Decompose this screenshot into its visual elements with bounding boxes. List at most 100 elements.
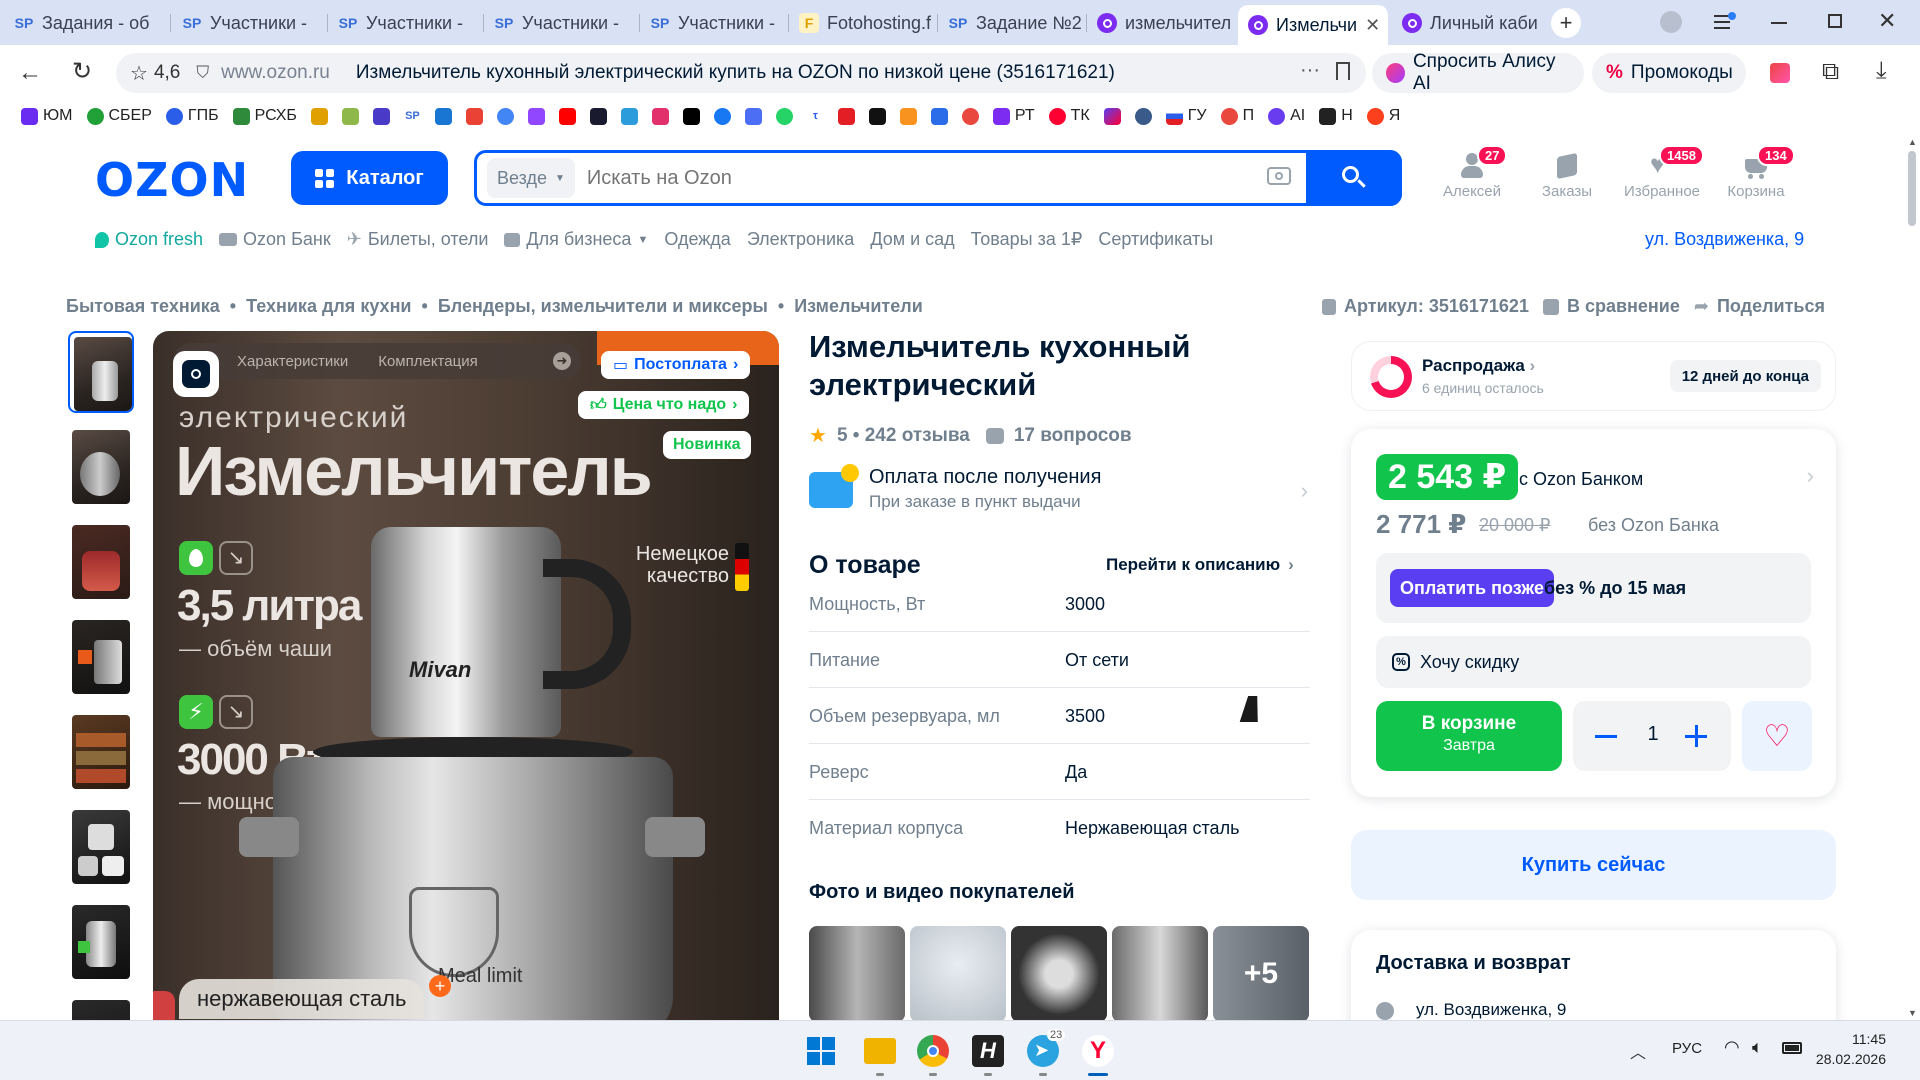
chevron-up-icon[interactable]: ︿: [1630, 1039, 1646, 1063]
ask-alice-button[interactable]: Спросить Алису AI: [1372, 51, 1584, 94]
arrow-right-icon[interactable]: ➜: [553, 352, 571, 370]
minus-button[interactable]: [1595, 735, 1617, 738]
back-icon[interactable]: ←: [18, 59, 42, 87]
cart-link[interactable]: 134 Корзина: [1706, 145, 1806, 200]
plus-hotspot-icon[interactable]: +: [429, 975, 451, 997]
customer-photo[interactable]: [809, 926, 905, 1020]
bookmark-item[interactable]: τ: [800, 107, 831, 125]
yandex-browser-icon[interactable]: Y: [1082, 1035, 1114, 1067]
volume-icon[interactable]: 🔈︎: [1752, 1037, 1763, 1058]
catalog-button[interactable]: Каталог: [291, 151, 448, 205]
sale-banner[interactable]: Распродажа › 6 единиц осталось 12 дней д…: [1351, 341, 1836, 411]
nav-tickets[interactable]: ✈ Билеты, отели: [347, 229, 489, 250]
bookmark-item[interactable]: [769, 107, 800, 125]
browser-tab[interactable]: SP Участники -: [484, 5, 639, 41]
pay-later-button[interactable]: Оплатить позже: [1390, 569, 1554, 607]
download-icon[interactable]: ⤓: [1876, 57, 1887, 85]
bookmark-item[interactable]: [583, 107, 614, 125]
questions-link[interactable]: 17 вопросов: [1014, 425, 1132, 447]
bookmark-item[interactable]: [707, 107, 738, 125]
bookmark-item[interactable]: [738, 107, 769, 125]
wifi-icon[interactable]: ◠: [1724, 1037, 1740, 1058]
windows-start-icon[interactable]: [807, 1037, 835, 1065]
profile-link[interactable]: 27 Алексей: [1422, 145, 1522, 200]
restore-icon[interactable]: [1828, 14, 1842, 28]
customer-photo[interactable]: [1011, 926, 1107, 1020]
search-scope-select[interactable]: Везде ▼: [487, 158, 575, 198]
camera-icon[interactable]: [1267, 167, 1291, 185]
bookmark-item[interactable]: Я: [1360, 107, 1408, 125]
bookmark-icon[interactable]: [1336, 62, 1350, 80]
close-window-icon[interactable]: ✕: [1878, 8, 1896, 34]
bookmark-item[interactable]: [459, 107, 490, 125]
more-icon[interactable]: ···: [1300, 59, 1320, 82]
go-to-description-link[interactable]: Перейти к описанию ›: [1106, 555, 1294, 575]
tabs-menu-icon[interactable]: [1714, 12, 1736, 32]
buy-now-button[interactable]: Купить сейчас: [1351, 830, 1836, 900]
bookmark-item[interactable]: [831, 107, 862, 125]
app-h-icon[interactable]: H: [972, 1035, 1004, 1067]
breadcrumb-item[interactable]: Блендеры, измельчители и миксеры: [438, 296, 768, 317]
search-input[interactable]: [586, 166, 1227, 190]
bookmark-item[interactable]: [304, 107, 335, 125]
bookmark-item[interactable]: П: [1214, 107, 1262, 125]
gallery-thumbnail[interactable]: [68, 806, 134, 888]
bookmark-item[interactable]: [1097, 107, 1128, 125]
nav-ozon-bank[interactable]: Ozon Банк: [219, 229, 331, 250]
breadcrumb-item[interactable]: Измельчители: [794, 296, 923, 317]
bookmark-item[interactable]: ГУ: [1159, 107, 1214, 125]
extensions-icon[interactable]: ⧉: [1822, 58, 1839, 86]
reload-icon[interactable]: ↻: [72, 57, 92, 86]
bookmark-item[interactable]: РСХБ: [226, 107, 304, 125]
shield-icon[interactable]: ⛉: [196, 63, 209, 83]
extension-image-icon[interactable]: [1770, 63, 1790, 83]
bookmark-item[interactable]: СБЕР: [80, 107, 159, 125]
minimize-icon[interactable]: [1771, 22, 1787, 24]
browser-tab[interactable]: SP Задания - об: [4, 5, 169, 41]
bookmark-item[interactable]: [552, 107, 583, 125]
bookmark-item[interactable]: [335, 107, 366, 125]
nav-certificates[interactable]: Сертификаты: [1098, 229, 1213, 250]
bookmark-item[interactable]: [614, 107, 645, 125]
bookmark-item[interactable]: [862, 107, 893, 125]
bookmark-item[interactable]: РТ: [986, 107, 1042, 125]
breadcrumb-item[interactable]: Техника для кухни: [246, 296, 411, 317]
customer-photo[interactable]: [1112, 926, 1208, 1020]
gallery-thumbnail[interactable]: [68, 901, 134, 983]
scroll-up-icon[interactable]: ▲: [1908, 137, 1917, 147]
ozon-logo[interactable]: OZON: [95, 153, 249, 207]
browser-tab-active[interactable]: Измельчи ✕: [1238, 5, 1388, 45]
bookmark-item[interactable]: [645, 107, 676, 125]
in-cart-button[interactable]: В корзине Завтра: [1376, 701, 1562, 771]
address-bar[interactable]: ☆ 4,6 ⛉ www.ozon.ru Измельчитель кухонны…: [116, 53, 1366, 93]
bookmark-item[interactable]: [428, 107, 459, 125]
nav-ozon-fresh[interactable]: Ozon fresh: [95, 229, 203, 250]
new-tab-icon[interactable]: +: [1551, 8, 1581, 38]
scroll-down-icon[interactable]: ▼: [1908, 1008, 1917, 1018]
image-search-button[interactable]: [173, 351, 219, 397]
chevron-right-icon[interactable]: ›: [1807, 463, 1814, 489]
close-tab-icon[interactable]: ✕: [1365, 15, 1380, 36]
bookmark-item[interactable]: [924, 107, 955, 125]
page-scrollbar[interactable]: ▲ ▼: [1904, 131, 1920, 1020]
customer-photo[interactable]: [910, 926, 1006, 1020]
bookmark-item[interactable]: ГПБ: [159, 107, 226, 125]
favorites-link[interactable]: ♥ 1458 Избранное: [1612, 145, 1712, 200]
battery-icon[interactable]: [1782, 1042, 1802, 1054]
payment-after-receipt[interactable]: Оплата после получения При заказе в пунк…: [809, 464, 1310, 524]
gallery-thumbnail[interactable]: [68, 711, 134, 793]
product-main-image[interactable]: Характеристики Комплектация ➜ ▭ Постоплат…: [153, 331, 779, 1020]
chrome-icon[interactable]: [917, 1035, 949, 1067]
promocodes-button[interactable]: % Промокоды: [1592, 53, 1746, 93]
delivery-address-link[interactable]: ул. Воздвиженка, 9: [1645, 229, 1804, 250]
browser-tab[interactable]: Личный каби: [1392, 5, 1540, 41]
nav-business[interactable]: Для бизнеса ▼: [504, 229, 648, 250]
breadcrumb-item[interactable]: Бытовая техника: [66, 296, 220, 317]
gallery-thumbnail[interactable]: [68, 521, 134, 603]
bookmark-item[interactable]: ЮМ: [14, 107, 80, 125]
bookmark-item[interactable]: Н: [1312, 107, 1360, 125]
file-explorer-icon[interactable]: [864, 1038, 896, 1064]
orders-link[interactable]: Заказы: [1517, 152, 1617, 200]
bookmark-item[interactable]: AI: [1261, 107, 1312, 125]
bookmark-item[interactable]: [490, 107, 521, 125]
